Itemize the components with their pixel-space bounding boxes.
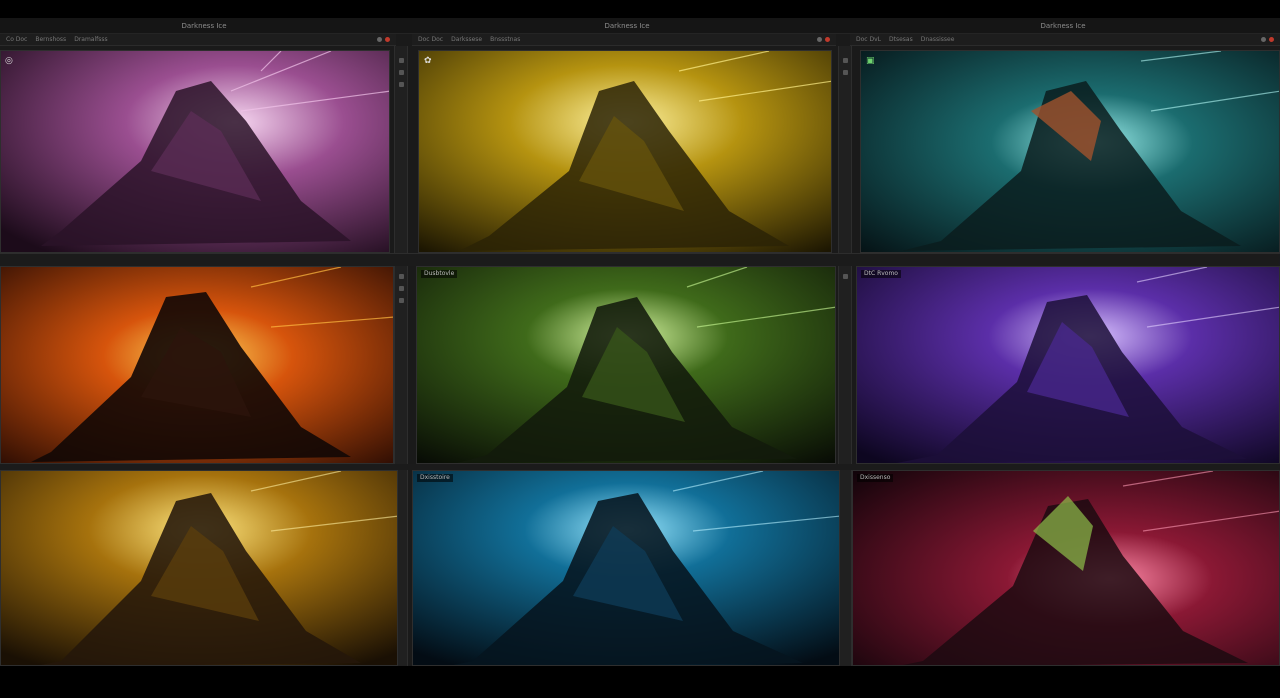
menu-item[interactable]: Bernshoss bbox=[35, 34, 66, 46]
window-1-titlebar[interactable]: Darkness Ice bbox=[0, 18, 408, 34]
panel-cyan[interactable]: ▣ bbox=[860, 50, 1280, 253]
top-letterbox bbox=[0, 0, 1280, 18]
panel-violet[interactable]: DtC Rvomo bbox=[856, 266, 1280, 464]
sidebar-button[interactable] bbox=[843, 58, 848, 63]
menu-item[interactable]: Dnassissee bbox=[921, 34, 955, 46]
sidebar-button[interactable] bbox=[399, 58, 404, 63]
panel-label: Dusbtovle bbox=[421, 270, 458, 278]
panel-yellow[interactable]: ✿ bbox=[418, 50, 832, 253]
panel-label: DtC Rvomo bbox=[861, 270, 901, 278]
window-controls-icon[interactable] bbox=[817, 37, 830, 42]
sidebar-button[interactable] bbox=[399, 286, 404, 291]
menu-item[interactable]: Darkssese bbox=[451, 34, 482, 46]
sidebar-button[interactable] bbox=[399, 274, 404, 279]
panel-label: Dxissenso bbox=[857, 474, 894, 482]
tool-icon[interactable]: ◎ bbox=[5, 57, 13, 66]
window-1-menubar: Co Doc Bernshoss Dramalfsss bbox=[0, 34, 396, 46]
artwork-image bbox=[853, 471, 1279, 665]
menu-item[interactable]: Bnssstnas bbox=[490, 34, 520, 46]
window-controls-icon[interactable] bbox=[377, 37, 390, 42]
panel-blue[interactable]: Dxisstoire bbox=[412, 470, 840, 666]
sidebar-button[interactable] bbox=[399, 82, 404, 87]
artwork-image bbox=[413, 471, 839, 665]
menu-item[interactable]: Co Doc bbox=[6, 34, 27, 46]
sidebar-button[interactable] bbox=[843, 274, 848, 279]
window-3-menubar: Doc DvL Dtsesas Dnassissee bbox=[850, 34, 1280, 46]
menu-item[interactable]: Dramalfsss bbox=[74, 34, 107, 46]
window-2-menubar: Doc Doc Darkssese Bnssstnas bbox=[412, 34, 836, 46]
window-2-titlebar[interactable]: Darkness Ice bbox=[408, 18, 846, 34]
artwork-image bbox=[417, 267, 835, 463]
status-strip bbox=[0, 253, 1280, 266]
window-2-title: Darkness Ice bbox=[604, 22, 650, 30]
artwork-image bbox=[1, 471, 397, 665]
sidebar-button[interactable] bbox=[843, 70, 848, 75]
window-3-title: Darkness Ice bbox=[1040, 22, 1086, 30]
tool-icon[interactable]: ✿ bbox=[424, 57, 432, 66]
bottom-letterbox bbox=[0, 666, 1280, 698]
panel-fire[interactable] bbox=[0, 266, 394, 464]
tool-icon[interactable]: ▣ bbox=[866, 57, 875, 66]
sidebar-button[interactable] bbox=[399, 298, 404, 303]
window-controls-icon[interactable] bbox=[1261, 37, 1274, 42]
window-1-title: Darkness Ice bbox=[181, 22, 227, 30]
menu-item[interactable]: Doc Doc bbox=[418, 34, 443, 46]
panel-green[interactable]: Dusbtovle bbox=[416, 266, 836, 464]
artwork-image bbox=[1, 51, 389, 252]
menu-item[interactable]: Doc DvL bbox=[856, 34, 881, 46]
window-3-titlebar[interactable]: Darkness Ice bbox=[846, 18, 1280, 34]
sidebar-toolbar-right bbox=[838, 46, 852, 666]
artwork-image bbox=[861, 51, 1279, 252]
artwork-image bbox=[1, 267, 393, 463]
status-strip bbox=[0, 464, 1280, 470]
panel-gold[interactable] bbox=[0, 470, 398, 666]
menu-item[interactable]: Dtsesas bbox=[889, 34, 913, 46]
artwork-image bbox=[419, 51, 831, 252]
sidebar-button[interactable] bbox=[399, 70, 404, 75]
panel-label: Dxisstoire bbox=[417, 474, 453, 482]
panel-magenta[interactable]: ◎ bbox=[0, 50, 390, 253]
artwork-image bbox=[857, 267, 1279, 463]
panel-crimson[interactable]: Dxissenso bbox=[852, 470, 1280, 666]
